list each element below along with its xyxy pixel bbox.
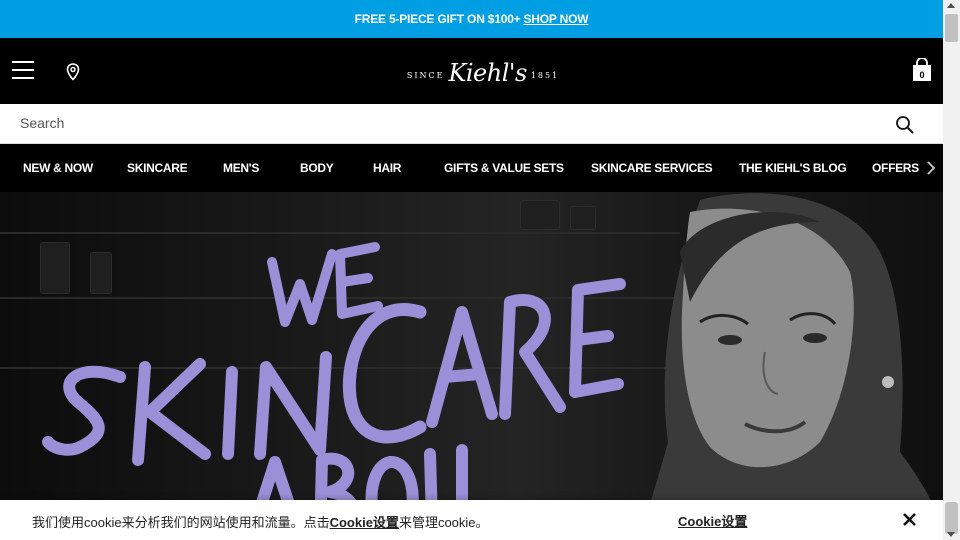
nav-item-body[interactable]: BODY <box>300 161 334 175</box>
cookie-message-after: 来管理cookie。 <box>398 515 489 530</box>
hero-headline-art <box>42 242 626 540</box>
scroll-down-icon[interactable] <box>947 532 955 537</box>
logo-brand: Kiehl's <box>448 59 527 87</box>
location-pin-icon[interactable] <box>66 63 80 86</box>
scrollbar-thumb-lower[interactable] <box>945 502 958 534</box>
nav-item-gifts[interactable]: GIFTS & VALUE SETS <box>444 161 564 175</box>
shop-now-link[interactable]: SHOP NOW <box>524 12 589 26</box>
site-header: SINCE Kiehl's 1851 0 <box>0 38 943 104</box>
cart-count: 0 <box>919 70 925 80</box>
nav-item-skincare[interactable]: SKINCARE <box>127 161 188 175</box>
cookie-settings-inline-link[interactable]: Cookie设置 <box>330 515 399 530</box>
menu-icon[interactable] <box>12 61 34 81</box>
nav-item-hair[interactable]: HAIR <box>373 161 401 175</box>
nav-item-skincare-services[interactable]: SKINCARE SERVICES <box>591 161 713 175</box>
close-icon[interactable] <box>902 512 917 530</box>
promo-text: FREE 5-PIECE GIFT ON $100+ <box>354 12 521 26</box>
hero-banner[interactable] <box>0 192 943 540</box>
main-nav: NEW & NOW SKINCARE MEN'S BODY HAIR GIFTS… <box>0 144 943 192</box>
page: FREE 5-PIECE GIFT ON $100+ SHOP NOW SINC… <box>0 0 943 540</box>
hero-artwork <box>42 193 943 540</box>
shopping-bag-icon[interactable]: 0 <box>911 57 933 82</box>
chevron-right-icon[interactable] <box>926 160 936 181</box>
cookie-settings-button[interactable]: Cookie设置 <box>678 511 747 530</box>
nav-item-mens[interactable]: MEN'S <box>223 161 259 175</box>
nav-item-new-now[interactable]: NEW & NOW <box>23 161 93 175</box>
search-icon[interactable] <box>895 115 915 140</box>
scroll-up-icon[interactable] <box>947 3 955 8</box>
nav-item-blog[interactable]: THE KIEHL'S BLOG <box>739 161 847 175</box>
cookie-message-before: 我们使用cookie来分析我们的网站使用和流量。点击 <box>32 515 330 530</box>
promo-banner: FREE 5-PIECE GIFT ON $100+ SHOP NOW <box>0 0 943 38</box>
cookie-banner: 我们使用cookie来分析我们的网站使用和流量。点击Cookie设置来管理coo… <box>0 500 943 540</box>
kiehls-logo[interactable]: SINCE Kiehl's 1851 <box>407 56 557 90</box>
scrollbar-thumb[interactable] <box>945 14 958 42</box>
page-scrollbar[interactable] <box>943 0 960 540</box>
logo-since: SINCE <box>406 70 445 80</box>
nav-item-offers[interactable]: OFFERS <box>872 161 919 175</box>
cookie-message: 我们使用cookie来分析我们的网站使用和流量。点击Cookie设置来管理coo… <box>32 512 489 531</box>
logo-year: 1851 <box>530 70 560 80</box>
search-input[interactable] <box>0 104 860 142</box>
search-bar <box>0 104 943 144</box>
